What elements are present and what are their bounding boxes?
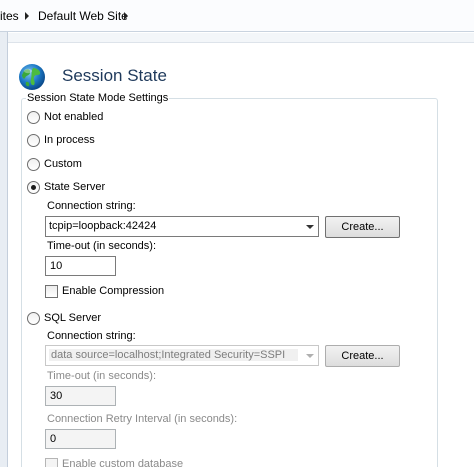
sql-server-connection-combo[interactable]: data source=localhost;Integrated Securit… [45, 345, 319, 366]
chevron-down-icon [306, 225, 314, 229]
enable-compression-label[interactable]: Enable Compression [62, 285, 164, 297]
radio-not-enabled[interactable] [27, 111, 40, 124]
enable-custom-database-checkbox[interactable] [45, 458, 58, 467]
session-state-mode-group [21, 98, 438, 467]
content-header-strip [8, 33, 474, 43]
state-server-connection-combo[interactable]: tcpip=loopback:42424 [45, 216, 319, 237]
state-server-create-button[interactable]: Create... [325, 216, 400, 238]
breadcrumb-separator-icon[interactable] [25, 12, 29, 20]
sql-server-timeout-label: Time-out (in seconds): [47, 370, 157, 382]
radio-label-in-process[interactable]: In process [44, 134, 95, 146]
radio-label-custom[interactable]: Custom [44, 158, 82, 170]
radio-sql-server[interactable] [27, 312, 40, 325]
enable-custom-database-label[interactable]: Enable custom database [62, 458, 183, 467]
breadcrumb-item-default-web-site[interactable]: Default Web Site [38, 9, 128, 23]
connection-retry-input[interactable]: 0 [45, 429, 116, 449]
sql-server-connection-value: data source=localhost;Integrated Securit… [49, 349, 298, 361]
radio-label-state-server[interactable]: State Server [44, 181, 105, 193]
breadcrumb-item-sites[interactable]: ites [0, 9, 19, 23]
radio-label-sql-server[interactable]: SQL Server [44, 312, 101, 324]
group-legend: Session State Mode Settings [26, 92, 170, 104]
sql-server-connection-label: Connection string: [47, 330, 136, 342]
radio-state-server[interactable] [27, 181, 40, 194]
enable-compression-checkbox[interactable] [45, 285, 58, 298]
radio-in-process[interactable] [27, 134, 40, 147]
state-server-connection-value: tcpip=loopback:42424 [49, 220, 157, 232]
connection-retry-label: Connection Retry Interval (in seconds): [47, 413, 238, 425]
globe-icon [19, 64, 45, 90]
left-pane-edge [0, 32, 8, 467]
state-server-timeout-input[interactable]: 10 [45, 256, 116, 276]
state-server-timeout-label: Time-out (in seconds): [47, 240, 157, 252]
chevron-down-icon [306, 354, 314, 358]
sql-server-timeout-input[interactable]: 30 [45, 386, 116, 406]
radio-label-not-enabled[interactable]: Not enabled [44, 111, 103, 123]
state-server-connection-label: Connection string: [47, 200, 136, 212]
radio-custom[interactable] [27, 158, 40, 171]
page-title: Session State [62, 66, 167, 85]
breadcrumb-separator-icon[interactable] [124, 12, 128, 20]
breadcrumb: ites Default Web Site [0, 0, 474, 32]
sql-server-create-button[interactable]: Create... [325, 345, 400, 367]
